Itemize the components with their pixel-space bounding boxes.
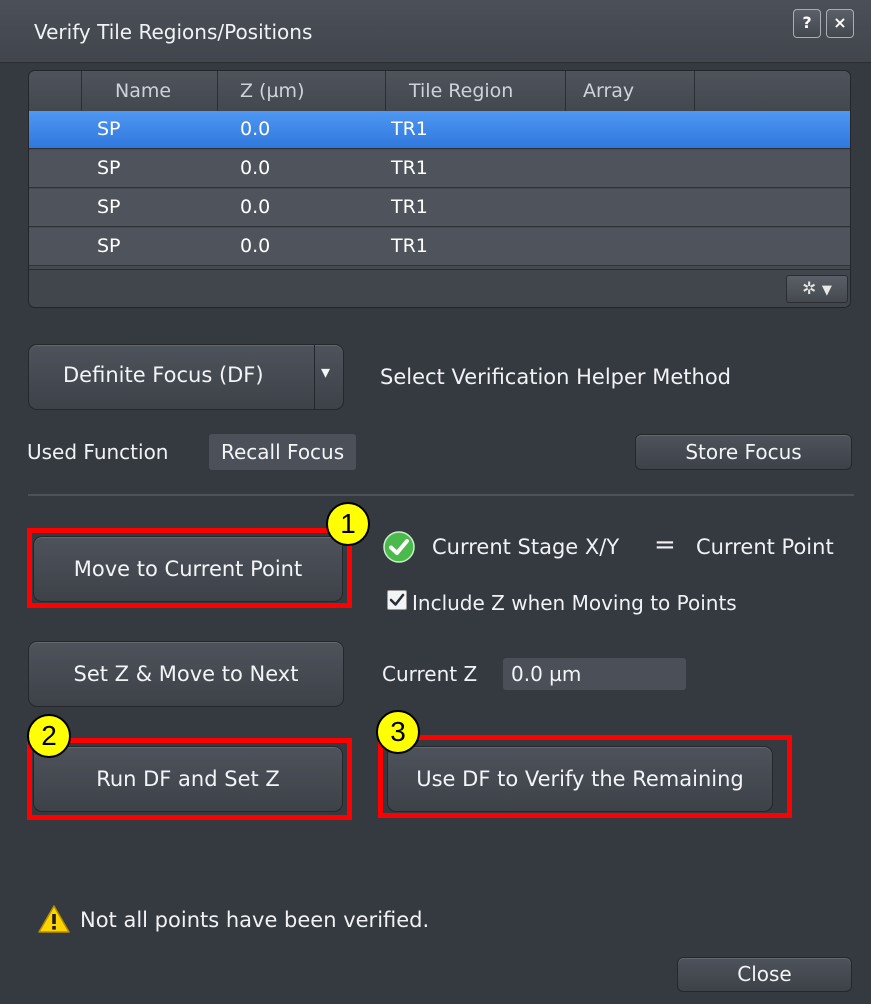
points-table: Name Z (µm) Tile Region Array SP 0.0 TR1…: [28, 70, 851, 308]
chevron-down-icon: ▾: [321, 362, 331, 383]
window-title: Verify Tile Regions/Positions: [34, 20, 313, 44]
title-bar: Verify Tile Regions/Positions ? ×: [0, 0, 871, 63]
annotation-badge-2: 2: [27, 714, 71, 758]
set-z-move-next-label: Set Z & Move to Next: [73, 662, 299, 686]
table-row[interactable]: SP 0.0 TR1: [29, 189, 850, 227]
cell-z: 0.0: [240, 235, 271, 257]
stage-status-left: Current Stage X/Y: [432, 535, 620, 559]
method-caption: Select Verification Helper Method: [380, 365, 731, 389]
cell-name: SP: [97, 196, 121, 218]
annotation-badge-3: 3: [376, 710, 420, 754]
cell-tile-region: TR1: [391, 157, 428, 179]
highlight-box-2: [27, 738, 352, 820]
used-function-value: Recall Focus: [209, 434, 357, 470]
cell-z: 0.0: [240, 118, 271, 140]
current-z-label: Current Z: [382, 662, 478, 686]
column-header-z[interactable]: Z (µm): [240, 80, 304, 102]
cell-name: SP: [97, 118, 121, 140]
current-z-field[interactable]: 0.0 µm: [503, 658, 686, 690]
chevron-down-icon: ▼: [821, 283, 832, 298]
divider: [28, 494, 854, 496]
table-row[interactable]: SP 0.0 TR1: [29, 228, 850, 266]
warning-icon: [38, 904, 70, 938]
cell-name: SP: [97, 157, 121, 179]
cell-tile-region: TR1: [391, 118, 428, 140]
table-footer: ✲ ▼: [29, 269, 850, 307]
checkmark-icon: [389, 593, 405, 606]
store-focus-label: Store Focus: [685, 440, 802, 464]
highlight-box-3: [378, 735, 792, 818]
stage-status-equals: =: [654, 530, 676, 560]
check-icon: [383, 531, 415, 567]
table-header: Name Z (µm) Tile Region Array: [29, 71, 850, 112]
include-z-checkbox[interactable]: [387, 590, 407, 610]
close-button-label: Close: [737, 962, 792, 986]
table-row[interactable]: SP 0.0 TR1: [29, 111, 850, 149]
used-function-label: Used Function: [27, 440, 169, 464]
store-focus-button[interactable]: Store Focus: [635, 434, 852, 470]
verify-dialog: Verify Tile Regions/Positions ? × Name Z…: [0, 0, 871, 1004]
cell-z: 0.0: [240, 157, 271, 179]
help-button[interactable]: ?: [793, 9, 821, 38]
stage-status-right: Current Point: [696, 535, 834, 559]
method-dropdown-value: Definite Focus (DF): [63, 363, 264, 387]
include-z-label: Include Z when Moving to Points: [412, 591, 737, 615]
close-button[interactable]: Close: [677, 957, 852, 992]
column-header-array[interactable]: Array: [583, 80, 634, 102]
gear-icon: ✲: [802, 279, 817, 299]
column-header-tile-region[interactable]: Tile Region: [409, 80, 513, 102]
table-settings-button[interactable]: ✲ ▼: [786, 275, 848, 303]
cell-name: SP: [97, 235, 121, 257]
cell-tile-region: TR1: [391, 196, 428, 218]
method-dropdown[interactable]: Definite Focus (DF) ▾: [28, 344, 344, 410]
table-row[interactable]: SP 0.0 TR1: [29, 150, 850, 188]
highlight-box-1: [27, 528, 352, 608]
status-message: Not all points have been verified.: [80, 908, 430, 932]
cell-z: 0.0: [240, 196, 271, 218]
close-icon[interactable]: ×: [826, 9, 854, 38]
column-header-name[interactable]: Name: [115, 80, 171, 102]
annotation-badge-1: 1: [326, 502, 370, 546]
cell-tile-region: TR1: [391, 235, 428, 257]
set-z-move-next-button[interactable]: Set Z & Move to Next: [28, 641, 344, 707]
